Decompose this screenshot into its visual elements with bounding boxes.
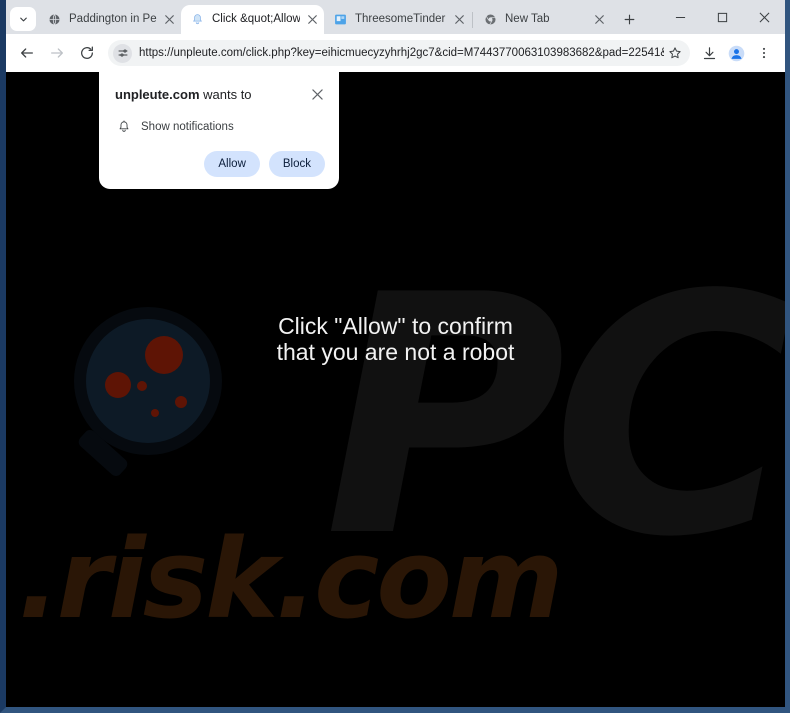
headline-line-1: Click "Allow" to confirm (278, 313, 513, 339)
chrome-icon (483, 12, 498, 27)
plus-icon (624, 14, 634, 24)
toolbar-actions (696, 39, 777, 67)
back-button[interactable] (12, 38, 42, 68)
address-bar-url: https://unpleute.com/click.php?key=eihic… (139, 47, 664, 59)
page-headline: Click "Allow" to confirm that you are no… (6, 313, 785, 365)
profile-button[interactable] (723, 39, 750, 67)
tab-strip: Paddington in Peru (20 Click &quot;Allow… (6, 0, 785, 34)
download-icon (703, 46, 716, 59)
close-icon (311, 88, 323, 100)
profile-avatar-icon (728, 45, 745, 61)
tab-search-button[interactable] (10, 7, 36, 31)
globe-icon (47, 12, 62, 27)
window-maximize-button[interactable] (701, 2, 743, 32)
permission-title-suffix: wants to (199, 87, 252, 102)
forward-button[interactable] (42, 38, 72, 68)
bookmark-star-icon[interactable] (664, 42, 686, 64)
tab-close-button[interactable] (451, 12, 467, 28)
browser-tab-threesometinder[interactable]: ThreesomeTinder (324, 5, 471, 34)
maximize-icon (717, 12, 727, 22)
notification-permission-dialog: unpleute.com wants to Show notifications (99, 72, 339, 189)
tab-close-button[interactable] (161, 12, 177, 28)
tab-title: Paddington in Peru (20 (69, 13, 157, 25)
tab-title: Click &quot;Allow&quo (212, 13, 300, 25)
forward-arrow-icon (51, 48, 63, 58)
bell-blue-icon (190, 12, 205, 27)
tab-title: New Tab (505, 13, 550, 25)
permission-dialog-actions: Allow Block (115, 151, 325, 177)
reload-button[interactable] (72, 38, 102, 68)
bell-icon (115, 118, 133, 136)
permission-dialog-header: unpleute.com wants to (115, 86, 325, 103)
window-close-button[interactable] (743, 2, 785, 32)
tab-title: ThreesomeTinder (355, 13, 446, 25)
three-dot-menu-icon (762, 47, 765, 59)
chevron-down-icon (19, 17, 27, 21)
permission-request-row: Show notifications (115, 118, 325, 136)
blue-square-icon (333, 12, 348, 27)
browser-tab-click-allow[interactable]: Click &quot;Allow&quo (181, 5, 324, 34)
browser-toolbar: https://unpleute.com/click.php?key=eihic… (6, 34, 785, 72)
tab-separator (472, 12, 473, 28)
tab-close-button[interactable] (304, 12, 320, 28)
block-button[interactable]: Block (268, 151, 325, 177)
tune-sliders-icon[interactable] (113, 43, 132, 63)
permission-label: Show notifications (141, 121, 234, 133)
browser-tab-paddington[interactable]: Paddington in Peru (20 (38, 5, 181, 34)
close-icon (759, 12, 769, 22)
permission-origin: unpleute.com (115, 87, 200, 102)
reload-icon (81, 46, 93, 59)
permission-dialog-close-button[interactable] (309, 86, 325, 102)
page-viewport: PC .risk.com Click "Allow" to confirm th… (6, 72, 785, 707)
new-tab-button[interactable] (616, 6, 642, 32)
watermark-risk: .risk.com (18, 515, 564, 643)
minimize-icon (675, 16, 685, 18)
back-arrow-icon (21, 48, 33, 58)
permission-dialog-title: unpleute.com wants to (115, 86, 303, 103)
headline-line-2: that you are not a robot (276, 339, 515, 365)
browser-tab-new-tab[interactable]: New Tab (474, 5, 611, 34)
address-bar[interactable]: https://unpleute.com/click.php?key=eihic… (108, 40, 690, 66)
window-controls (659, 2, 785, 34)
tab-close-button[interactable] (591, 12, 607, 28)
window-minimize-button[interactable] (659, 2, 701, 32)
browser-menu-button[interactable] (750, 39, 777, 67)
downloads-button[interactable] (696, 39, 723, 67)
browser-window: Paddington in Peru (20 Click &quot;Allow… (0, 0, 790, 713)
allow-button[interactable]: Allow (204, 151, 260, 177)
